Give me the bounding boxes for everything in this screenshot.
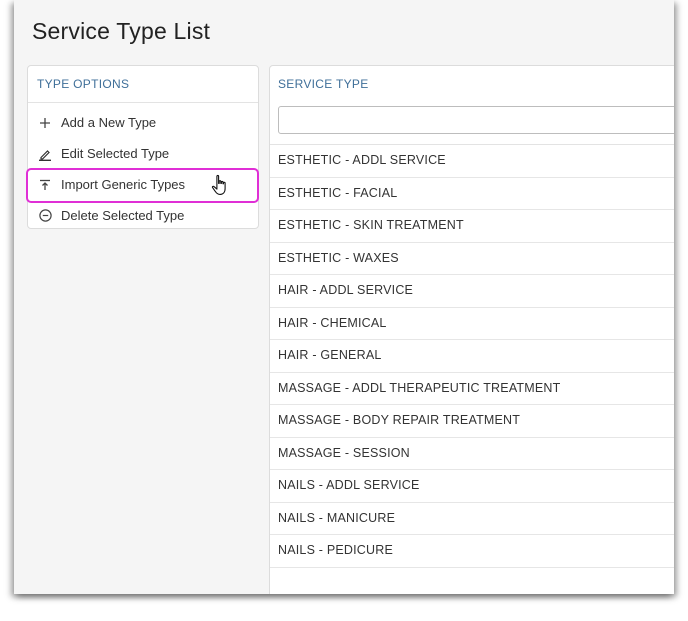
- service-type-row[interactable]: MASSAGE - ADDL THERAPEUTIC TREATMENT: [270, 373, 674, 405]
- service-type-row[interactable]: ESTHETIC - FACIAL: [270, 178, 674, 210]
- add-new-type-button[interactable]: Add a New Type: [28, 107, 258, 138]
- hand-pointer-icon: [211, 174, 229, 199]
- service-type-header: SERVICE TYPE: [278, 77, 369, 91]
- pencil-icon: [38, 147, 52, 161]
- service-type-row[interactable]: ESTHETIC - ADDL SERVICE: [270, 145, 674, 178]
- service-type-row[interactable]: ESTHETIC - SKIN TREATMENT: [270, 210, 674, 243]
- service-type-list: ESTHETIC - ADDL SERVICE ESTHETIC - FACIA…: [270, 145, 674, 568]
- service-type-row[interactable]: NAILS - MANICURE: [270, 503, 674, 535]
- service-type-row[interactable]: ESTHETIC - WAXES: [270, 243, 674, 275]
- edit-selected-type-button[interactable]: Edit Selected Type: [28, 138, 258, 169]
- type-options-panel: TYPE OPTIONS Add a New Type Edit Selecte…: [26, 65, 259, 231]
- delete-selected-type-button[interactable]: Delete Selected Type: [28, 200, 258, 231]
- type-options-header: TYPE OPTIONS: [28, 66, 258, 103]
- edit-selected-type-label: Edit Selected Type: [61, 146, 170, 161]
- service-type-row[interactable]: NAILS - PEDICURE: [270, 535, 674, 568]
- service-type-panel: SERVICE TYPE ESTHETIC - ADDL SERVICE EST…: [269, 65, 674, 594]
- page-title: Service Type List: [32, 18, 211, 44]
- service-type-row[interactable]: NAILS - ADDL SERVICE: [270, 470, 674, 503]
- minus-circle-icon: [38, 209, 52, 223]
- service-type-row[interactable]: HAIR - GENERAL: [270, 340, 674, 373]
- service-type-row[interactable]: HAIR - ADDL SERVICE: [270, 275, 674, 308]
- service-type-filter-input[interactable]: [278, 106, 674, 134]
- plus-icon: [38, 116, 52, 130]
- service-type-filter-row: [270, 102, 674, 145]
- service-type-row[interactable]: MASSAGE - BODY REPAIR TREATMENT: [270, 405, 674, 438]
- app-window: Service Type List TYPE OPTIONS Add a New…: [14, 0, 674, 594]
- service-type-row[interactable]: HAIR - CHEMICAL: [270, 308, 674, 340]
- import-generic-types-button[interactable]: Import Generic Types: [26, 168, 259, 203]
- import-icon: [38, 178, 52, 192]
- service-type-row[interactable]: MASSAGE - SESSION: [270, 438, 674, 470]
- add-new-type-label: Add a New Type: [61, 115, 157, 130]
- type-options-menu: Add a New Type Edit Selected Type Import…: [26, 103, 259, 231]
- delete-selected-type-label: Delete Selected Type: [61, 208, 185, 223]
- import-generic-types-label: Import Generic Types: [61, 177, 186, 192]
